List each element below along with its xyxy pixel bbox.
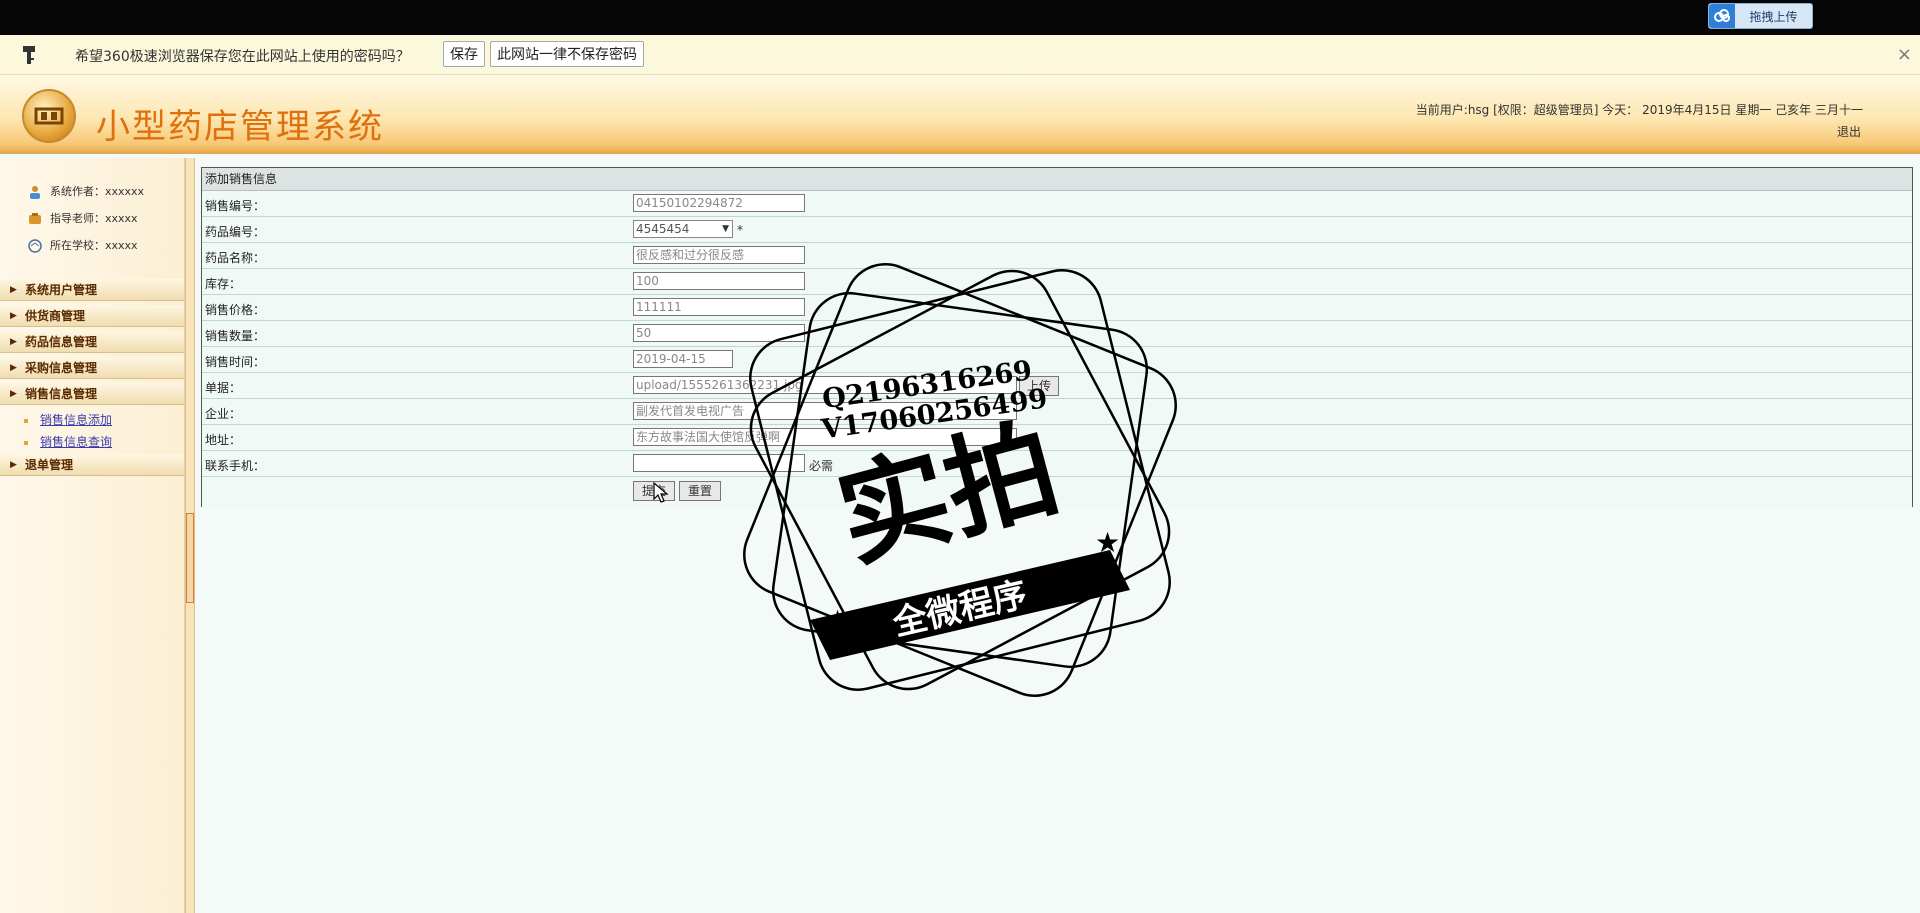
reset-button[interactable]: 重置	[679, 481, 721, 501]
sidebar-info-author-text: 系统作者：xxxxxx	[50, 185, 145, 198]
drag-upload-button[interactable]: 拖拽上传	[1708, 3, 1813, 29]
sidebar-info-teacher-text: 指导老师：xxxxx	[50, 212, 138, 225]
caret-right-icon: ▶	[10, 460, 17, 470]
drug-id-value: 4545454	[636, 222, 690, 236]
drag-upload-label: 拖拽上传	[1749, 9, 1798, 24]
field-label: 销售价格：	[205, 303, 266, 317]
teacher-icon	[28, 212, 42, 226]
caret-right-icon: ▶	[10, 337, 17, 347]
menu-label: 药品信息管理	[25, 335, 98, 349]
menu-label: 退单管理	[25, 458, 74, 472]
field-label: 地址：	[205, 433, 242, 447]
current-user-info: 当前用户:hsg [权限：超级管理员] 今天： 2019年4月15日 星期一 己…	[1415, 103, 1863, 117]
never-save-password-button[interactable]: 此网站一律不保存密码	[490, 41, 644, 67]
field-label: 单据：	[205, 381, 242, 395]
caret-right-icon: ▶	[10, 363, 17, 373]
star-icon: ★	[1095, 526, 1120, 559]
password-save-bar: 希望360极速浏览器保存您在此网站上使用的密码吗？ 保存 此网站一律不保存密码 …	[0, 35, 1920, 75]
menu-drug-info[interactable]: ▶ 药品信息管理	[0, 331, 184, 353]
sidebar-info-school: 所在学校：xxxxx	[28, 237, 138, 253]
submenu-sales-query[interactable]: 销售信息查询	[24, 433, 112, 450]
drug-id-select[interactable]: 4545454 ▼	[633, 220, 733, 238]
app-header: 小型药店管理系统 当前用户:hsg [权限：超级管理员] 今天： 2019年4月…	[0, 75, 1920, 154]
key-icon	[18, 44, 40, 66]
top-system-bar: 拖拽上传	[0, 0, 1920, 35]
password-save-message: 希望360极速浏览器保存您在此网站上使用的密码吗？	[75, 49, 410, 65]
caret-right-icon: ▶	[10, 311, 17, 321]
user-icon	[28, 185, 42, 199]
collapse-handle[interactable]	[186, 513, 194, 603]
field-label: 药品名称：	[205, 251, 266, 265]
menu-system-user[interactable]: ▶ 系统用户管理	[0, 279, 184, 301]
cloud-icon	[1709, 4, 1735, 28]
field-label: 企业：	[205, 407, 242, 421]
field-label: 销售时间：	[205, 355, 266, 369]
chevron-down-icon: ▼	[722, 224, 729, 234]
bullet-icon	[24, 418, 28, 423]
submenu-sales-add[interactable]: 销售信息添加	[24, 411, 112, 428]
caret-right-icon: ▶	[10, 389, 17, 399]
field-label: 销售编号：	[205, 199, 266, 213]
watermark-stamp: Q2196316269 V17060256499 实拍 全微程序 ★ ★	[740, 260, 1180, 700]
field-label: 销售数量：	[205, 329, 266, 343]
date-input[interactable]: 2019-04-15	[633, 350, 733, 368]
sidebar-info-teacher: 指导老师：xxxxx	[28, 210, 138, 226]
field-label: 药品编号：	[205, 225, 266, 239]
caret-right-icon: ▶	[10, 285, 17, 295]
menu-purchase-info[interactable]: ▶ 采购信息管理	[0, 357, 184, 379]
menu-label: 采购信息管理	[25, 361, 98, 375]
star-icon: ★	[825, 604, 850, 637]
menu-sales-info[interactable]: ▶ 销售信息管理	[0, 383, 184, 405]
logout-link[interactable]: 退出	[1837, 123, 1861, 140]
sidebar-splitter[interactable]	[185, 158, 195, 913]
sidebar: 系统作者：xxxxxx 指导老师：xxxxx 所在学校：xxxxx ▶ 系统用户管…	[0, 158, 185, 913]
field-label: 联系手机：	[205, 459, 266, 473]
menu-label: 销售信息管理	[25, 387, 98, 401]
form-title: 添加销售信息	[202, 168, 1912, 191]
form-row-drug-id: 药品编号： 4545454 ▼ *	[202, 217, 1912, 243]
sidebar-info-author: 系统作者：xxxxxx	[28, 183, 144, 199]
app-logo	[22, 89, 76, 143]
mouse-cursor-icon	[653, 481, 669, 507]
field-label: 库存：	[205, 277, 242, 291]
menu-label: 供货商管理	[25, 309, 86, 323]
menu-supplier[interactable]: ▶ 供货商管理	[0, 305, 184, 327]
required-mark: *	[737, 223, 743, 237]
close-icon[interactable]: ×	[1897, 44, 1912, 65]
sidebar-info-school-text: 所在学校：xxxxx	[50, 239, 138, 252]
bullet-icon	[24, 440, 28, 445]
save-password-button[interactable]: 保存	[443, 41, 485, 67]
menu-refund[interactable]: ▶ 退单管理	[0, 454, 184, 476]
menu-label: 系统用户管理	[25, 283, 98, 297]
form-row-sales-id: 销售编号： 04150102294872	[202, 191, 1912, 217]
app-title: 小型药店管理系统	[96, 107, 384, 147]
watermark-banner-text: 全微程序	[888, 574, 1030, 644]
school-icon	[28, 239, 42, 253]
submenu-label: 销售信息查询	[40, 435, 113, 449]
sales-id-input[interactable]: 04150102294872	[633, 194, 805, 212]
submenu-label: 销售信息添加	[40, 413, 113, 427]
